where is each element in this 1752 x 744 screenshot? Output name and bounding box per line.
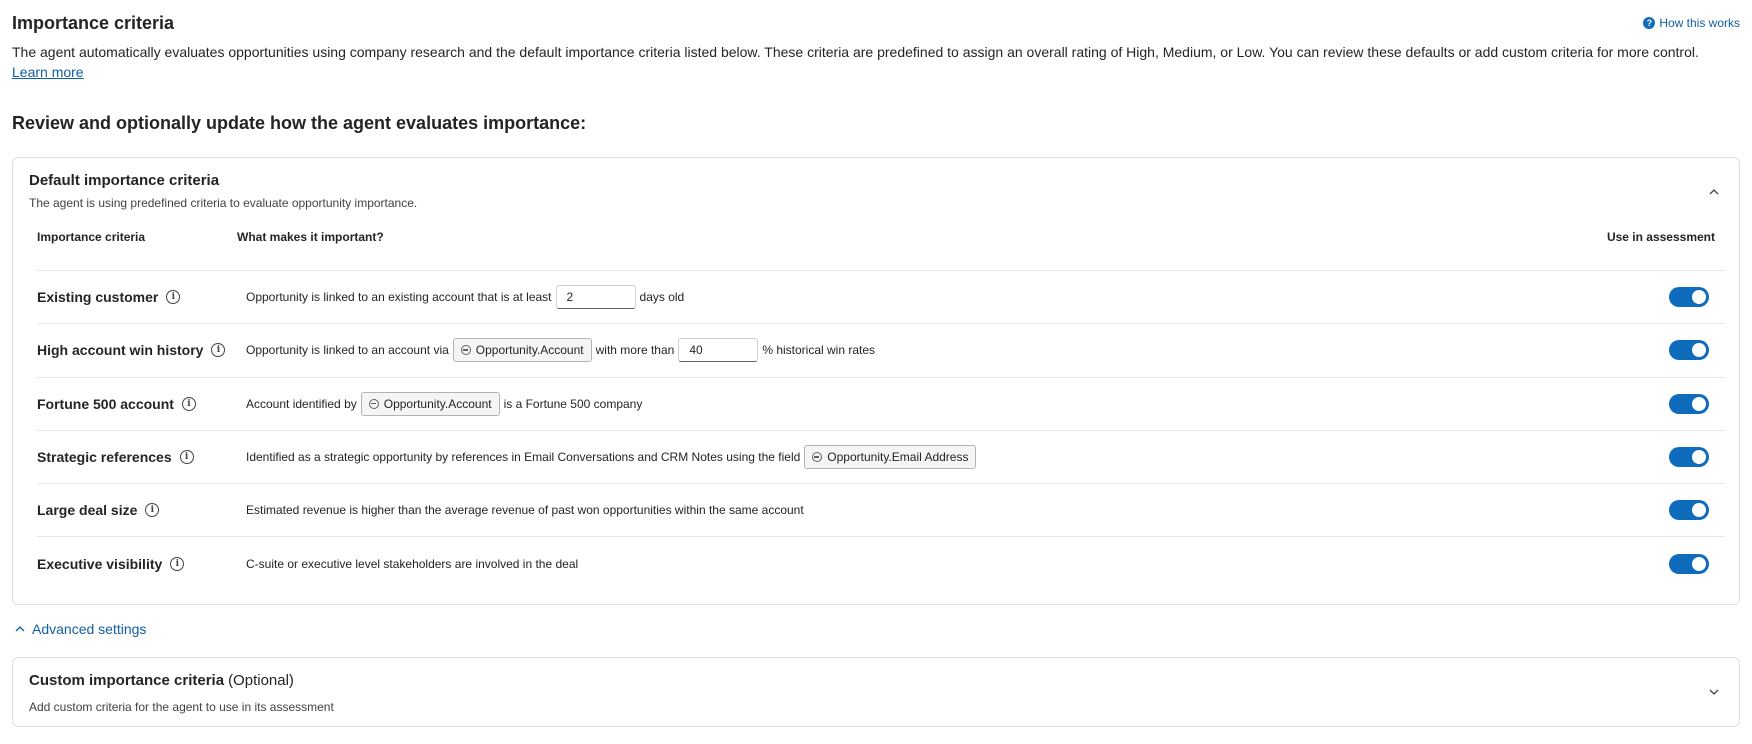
days-old-input[interactable]: [555, 285, 636, 310]
info-icon[interactable]: i: [179, 450, 194, 465]
how-this-works-link[interactable]: ? How this works: [1643, 16, 1740, 30]
criteria-row-existing-customer: Existing customer i Opportunity is linke…: [37, 270, 1725, 323]
advanced-settings-toggle[interactable]: Advanced settings: [14, 621, 146, 637]
row-name-label: Existing customer: [37, 289, 159, 306]
field-token-icon: [460, 345, 471, 356]
row-name-label: Executive visibility: [37, 555, 163, 572]
row-name-label: Large deal size: [37, 502, 138, 519]
criteria-row-large-deal-size: Large deal size i Estimated revenue is h…: [37, 483, 1725, 536]
field-token-label: Opportunity.Account: [383, 396, 492, 411]
criteria-row-high-account-win-history: High account win history i Opportunity i…: [37, 323, 1725, 376]
row-description: Identified as a strategic opportunity by…: [246, 445, 977, 470]
default-criteria-card: Default importance criteria The agent is…: [12, 157, 1740, 605]
row-description: Estimated revenue is higher than the ave…: [246, 503, 804, 517]
use-in-assessment-toggle[interactable]: [1669, 393, 1709, 414]
default-card-subtitle: The agent is using predefined criteria t…: [29, 196, 418, 210]
intro-text: The agent automatically evaluates opport…: [12, 42, 1740, 82]
desc-text: with more than: [595, 343, 675, 358]
learn-more-link[interactable]: Learn more: [12, 64, 84, 80]
page-title: Importance criteria: [12, 13, 175, 33]
desc-text: C-suite or executive level stakeholders …: [246, 556, 579, 571]
desc-text: % historical win rates: [762, 343, 876, 358]
row-name-label: High account win history: [37, 342, 204, 359]
use-in-assessment-toggle[interactable]: [1669, 447, 1709, 468]
default-card-title: Default importance criteria: [29, 172, 220, 189]
row-description: Account identified by Opportunity.Accoun…: [246, 391, 643, 416]
info-icon[interactable]: i: [145, 503, 160, 518]
desc-text: Account identified by: [246, 396, 357, 411]
custom-card-title-text: Custom importance criteria: [29, 672, 225, 689]
info-icon[interactable]: i: [211, 343, 226, 358]
column-header-use: Use in assessment: [1606, 230, 1715, 244]
criteria-table: Existing customer i Opportunity is linke…: [37, 270, 1725, 590]
info-icon[interactable]: i: [181, 396, 196, 411]
field-token[interactable]: Opportunity.Account: [452, 338, 592, 363]
help-icon: ?: [1643, 17, 1656, 29]
row-name-label: Fortune 500 account: [37, 395, 174, 412]
expand-chevron-down-icon[interactable]: [1707, 685, 1721, 699]
desc-text: days old: [639, 290, 685, 305]
field-token-icon: [368, 398, 379, 409]
row-description: Opportunity is linked to an existing acc…: [246, 285, 685, 310]
row-name: Fortune 500 account i: [37, 396, 196, 412]
field-token-label: Opportunity.Email Address: [827, 450, 969, 465]
row-description: C-suite or executive level stakeholders …: [246, 557, 578, 571]
criteria-row-fortune-500-account: Fortune 500 account i Account identified…: [37, 376, 1725, 430]
custom-card-subtitle: Add custom criteria for the agent to use…: [29, 700, 334, 714]
criteria-row-executive-visibility: Executive visibility i C-suite or execut…: [37, 536, 1725, 589]
info-icon[interactable]: i: [166, 290, 181, 305]
use-in-assessment-toggle[interactable]: [1669, 500, 1709, 521]
field-token[interactable]: Opportunity.Email Address: [804, 445, 977, 470]
chevron-up-icon: [15, 626, 25, 632]
section-heading: Review and optionally update how the age…: [12, 113, 587, 133]
advanced-settings-label: Advanced settings: [32, 621, 147, 637]
use-in-assessment-toggle[interactable]: [1669, 340, 1709, 361]
use-in-assessment-toggle[interactable]: [1669, 287, 1709, 308]
desc-text: is a Fortune 500 company: [503, 396, 643, 411]
use-in-assessment-toggle[interactable]: [1669, 553, 1709, 574]
field-token[interactable]: Opportunity.Account: [360, 391, 500, 416]
row-name: Strategic references i: [37, 449, 194, 465]
criteria-row-strategic-references: Strategic references i Identified as a s…: [37, 429, 1725, 483]
desc-text: Identified as a strategic opportunity by…: [246, 450, 801, 465]
row-description: Opportunity is linked to an account via …: [246, 338, 876, 363]
desc-text: Opportunity is linked to an account via: [246, 343, 449, 358]
row-name-label: Strategic references: [37, 449, 172, 466]
how-this-works-label: How this works: [1659, 16, 1740, 30]
column-header-what: What makes it important?: [237, 230, 384, 244]
intro-paragraph: The agent automatically evaluates opport…: [12, 44, 1699, 60]
custom-card-title: Custom importance criteria (Optional): [29, 672, 294, 689]
row-name: Large deal size i: [37, 502, 160, 519]
custom-criteria-card: Custom importance criteria (Optional) Add…: [12, 657, 1740, 727]
field-token-label: Opportunity.Account: [475, 343, 584, 358]
info-icon[interactable]: i: [170, 556, 185, 571]
win-rate-input[interactable]: [678, 338, 759, 363]
row-name: High account win history i: [37, 342, 226, 359]
custom-card-optional: (Optional): [228, 672, 294, 689]
row-name: Existing customer i: [37, 289, 181, 306]
column-header-criteria: Importance criteria: [37, 230, 146, 244]
collapse-chevron-up-icon[interactable]: [1707, 185, 1721, 199]
field-token-icon: [812, 452, 823, 463]
row-name: Executive visibility i: [37, 555, 185, 572]
desc-text: Estimated revenue is higher than the ave…: [246, 503, 804, 518]
desc-text: Opportunity is linked to an existing acc…: [246, 290, 552, 305]
